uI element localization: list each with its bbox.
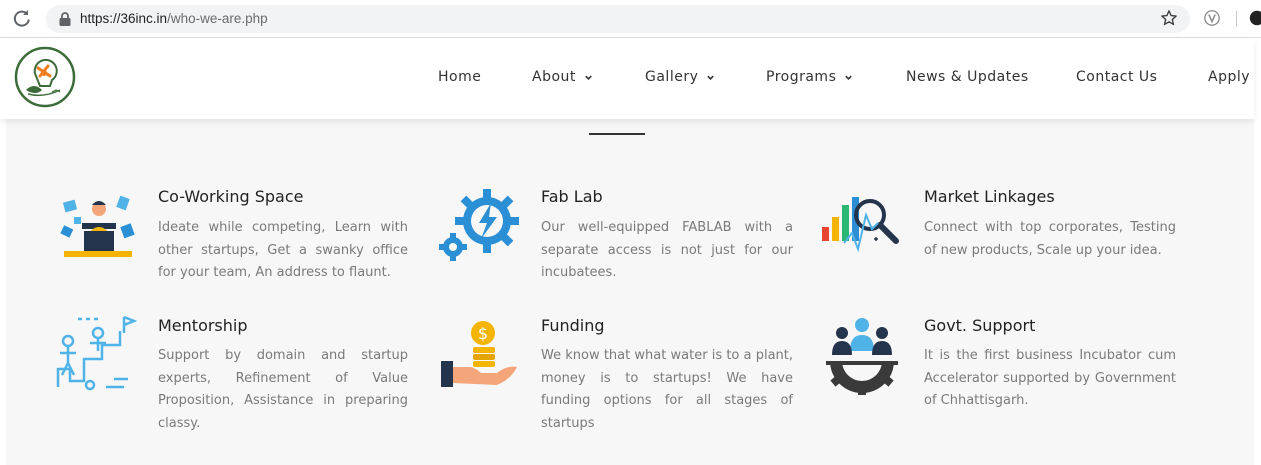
- chevron-down-icon: [707, 75, 715, 80]
- reload-icon[interactable]: [12, 8, 32, 28]
- bookmark-star-icon[interactable]: [1160, 9, 1178, 27]
- funding-coins-hand-icon: $: [441, 321, 517, 387]
- nav-apply[interactable]: Apply: [1208, 69, 1250, 85]
- coworking-icon: [60, 195, 135, 257]
- nav-gallery-label: Gallery: [645, 69, 699, 85]
- nav-programs-label: Programs: [766, 69, 837, 85]
- extension-v-icon[interactable]: [1203, 9, 1221, 27]
- nav-news-updates[interactable]: News & Updates: [906, 69, 1029, 85]
- nav-contact-us[interactable]: Contact Us: [1076, 69, 1157, 85]
- site-header: Home About Gallery Programs News & Updat…: [0, 38, 1254, 119]
- chevron-down-icon: [585, 75, 592, 80]
- main-nav: Home About Gallery Programs News & Updat…: [0, 38, 1254, 119]
- mentorship-icon: [56, 315, 138, 391]
- nav-gallery[interactable]: Gallery: [645, 69, 715, 85]
- url-text: https://36inc.in/who-we-are.php: [80, 11, 268, 26]
- toolbar-separator: [1236, 11, 1237, 27]
- features-section: Co-Working Space Ideate while competing,…: [6, 119, 1254, 465]
- svg-text:$: $: [478, 324, 488, 343]
- feature-title-market: Market Linkages: [924, 187, 1055, 206]
- feature-desc-coworking: Ideate while competing, Learn with other…: [158, 220, 408, 280]
- profile-avatar-icon[interactable]: [1248, 9, 1261, 27]
- nav-about-label: About: [532, 69, 576, 85]
- govt-support-team-icon: [826, 318, 898, 395]
- section-divider: [589, 133, 645, 135]
- nav-programs[interactable]: Programs: [766, 69, 853, 85]
- feature-title-govt: Govt. Support: [924, 316, 1036, 335]
- feature-desc-fablab: Our well-equipped FABLAB with a separate…: [541, 220, 793, 280]
- nav-about[interactable]: About: [532, 69, 593, 85]
- market-analytics-icon: [822, 197, 899, 253]
- feature-desc-market: Connect with top corporates, Testing of …: [924, 220, 1176, 258]
- feature-desc-mentorship: Support by domain and startup experts, R…: [158, 348, 408, 431]
- browser-toolbar: https://36inc.in/who-we-are.php: [0, 0, 1261, 38]
- lock-icon: [59, 12, 71, 26]
- feature-title-mentorship: Mentorship: [158, 316, 248, 335]
- address-bar[interactable]: https://36inc.in/who-we-are.php: [46, 5, 1190, 33]
- nav-home[interactable]: Home: [438, 69, 481, 85]
- fablab-gear-icon: [439, 189, 519, 261]
- feature-desc-govt: It is the first business Incubator cum A…: [924, 348, 1176, 408]
- feature-title-funding: Funding: [541, 316, 605, 335]
- feature-title-fablab: Fab Lab: [541, 187, 603, 206]
- chevron-down-icon: [845, 75, 853, 80]
- feature-desc-funding: We know that what water is to a plant, m…: [541, 348, 793, 431]
- feature-title-coworking: Co-Working Space: [158, 187, 304, 206]
